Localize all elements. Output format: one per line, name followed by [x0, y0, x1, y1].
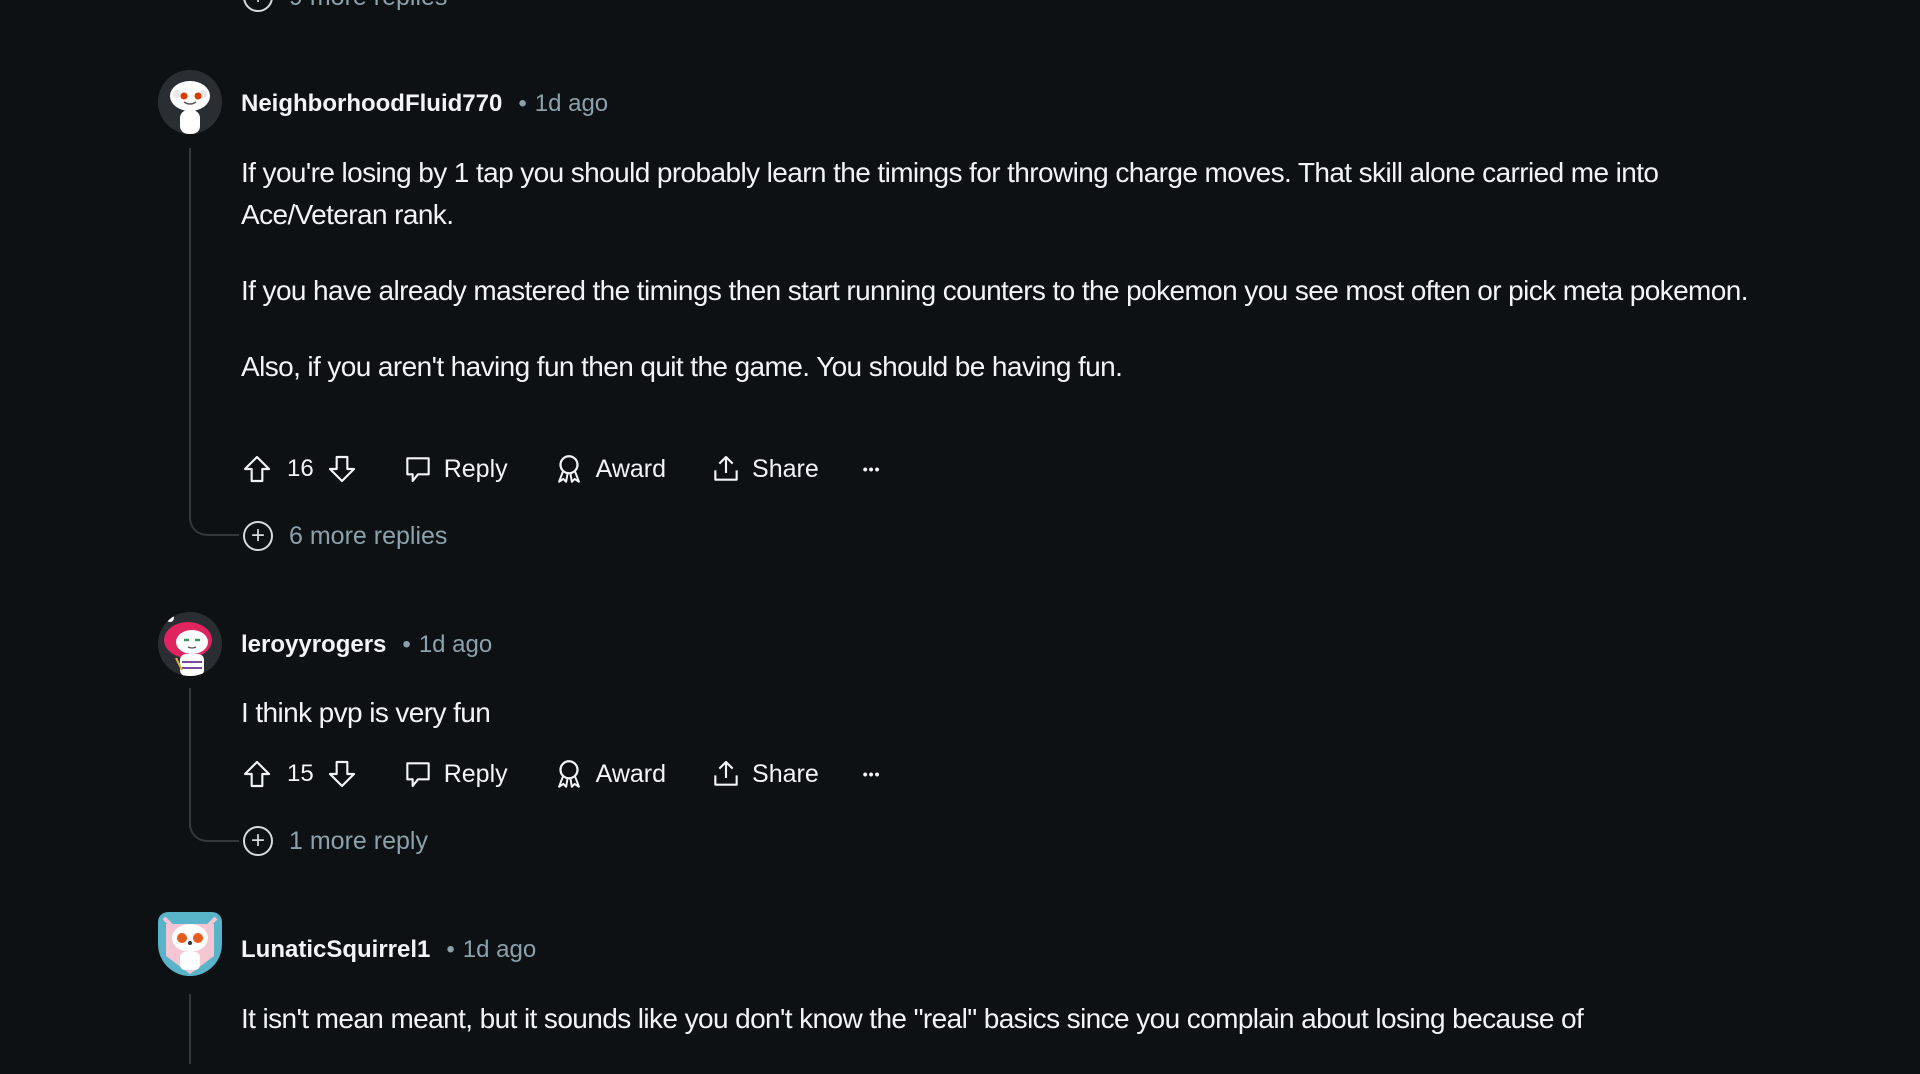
award-label: Award — [595, 454, 667, 483]
snoo-avatar-icon — [158, 70, 222, 134]
comment-body: If you're losing by 1 tap you should pro… — [241, 152, 1761, 422]
upvote-button[interactable] — [241, 758, 273, 790]
expand-plus-icon[interactable]: + — [243, 826, 273, 856]
comment-header: NeighborhoodFluid770 • 1d ago — [241, 90, 608, 118]
vote-count: 15 — [287, 760, 314, 787]
share-button[interactable]: Share — [710, 758, 819, 790]
award-ribbon-icon — [557, 760, 580, 788]
avatar[interactable] — [158, 912, 222, 976]
avatar[interactable] — [158, 612, 222, 676]
ellipsis-icon: ••• — [862, 461, 881, 477]
upvote-button[interactable] — [241, 453, 273, 485]
comment-header: leroyyrogers • 1d ago — [241, 631, 492, 659]
downvote-button[interactable] — [326, 453, 358, 485]
award-button[interactable]: Award — [552, 452, 666, 486]
comment-bubble-icon — [405, 762, 430, 788]
timestamp[interactable]: 1d ago — [535, 90, 608, 118]
timestamp[interactable]: 1d ago — [463, 936, 536, 964]
more-replies-row[interactable]: + 6 more replies — [243, 521, 447, 551]
more-replies-link[interactable]: 9 more replies — [289, 0, 447, 12]
comment-paragraph: If you're losing by 1 tap you should pro… — [241, 157, 1659, 230]
share-upload-icon — [714, 455, 738, 481]
more-replies-row-top[interactable]: + 9 more replies — [243, 0, 447, 12]
thread-curve — [189, 512, 239, 536]
thread-line[interactable] — [189, 148, 191, 518]
comment-actions: 15 Reply Award Share ••• — [241, 754, 880, 794]
ellipsis-icon: ••• — [862, 766, 881, 782]
snoo-avatar-icon — [158, 612, 222, 676]
meta-separator: • — [518, 90, 527, 117]
upvote-arrow-icon — [243, 760, 271, 788]
comment-bubble-icon — [405, 457, 430, 483]
comment-paragraph: If you have already mastered the timings… — [241, 275, 1749, 306]
award-button[interactable]: Award — [552, 757, 666, 791]
timestamp[interactable]: 1d ago — [419, 631, 492, 659]
downvote-button[interactable] — [326, 758, 358, 790]
thread-curve — [189, 818, 239, 842]
reply-button[interactable]: Reply — [402, 758, 508, 790]
share-label: Share — [752, 759, 819, 788]
username[interactable]: NeighborhoodFluid770 — [241, 90, 502, 118]
avatar[interactable] — [158, 70, 222, 134]
more-options-button[interactable]: ••• — [863, 461, 881, 477]
share-button[interactable]: Share — [710, 453, 819, 485]
downvote-arrow-icon — [328, 455, 355, 483]
comment-paragraph: It isn't mean meant, but it sounds like … — [241, 1003, 1584, 1034]
thread-line[interactable] — [189, 688, 191, 828]
comment-paragraph: I think pvp is very fun — [241, 697, 491, 728]
reply-label: Reply — [443, 759, 508, 788]
share-upload-icon — [714, 760, 738, 786]
snoo-axolotl-avatar-icon — [162, 916, 218, 976]
reply-label: Reply — [443, 454, 508, 483]
reply-button[interactable]: Reply — [402, 453, 508, 485]
more-options-button[interactable]: ••• — [863, 766, 881, 782]
downvote-arrow-icon — [328, 760, 355, 788]
upvote-arrow-icon — [243, 455, 271, 483]
thread-line[interactable] — [189, 994, 191, 1064]
share-label: Share — [752, 454, 819, 483]
expand-plus-icon[interactable]: + — [243, 0, 273, 12]
comment-actions: 16 Reply Award Share ••• — [241, 449, 880, 489]
comment-header: LunaticSquirrel1 • 1d ago — [241, 936, 536, 964]
meta-separator: • — [402, 631, 411, 658]
expand-plus-icon[interactable]: + — [243, 521, 273, 551]
comment-paragraph: Also, if you aren't having fun then quit… — [241, 351, 1123, 382]
username[interactable]: LunaticSquirrel1 — [241, 936, 430, 964]
meta-separator: • — [446, 936, 455, 963]
vote-count: 16 — [287, 455, 314, 482]
more-replies-row[interactable]: + 1 more reply — [243, 826, 428, 856]
award-ribbon-icon — [557, 455, 580, 483]
username[interactable]: leroyyrogers — [241, 631, 386, 659]
more-replies-link[interactable]: 6 more replies — [289, 522, 447, 551]
more-replies-link[interactable]: 1 more reply — [289, 827, 428, 856]
award-label: Award — [595, 759, 667, 788]
comment-body: It isn't mean meant, but it sounds like … — [241, 998, 1761, 1074]
